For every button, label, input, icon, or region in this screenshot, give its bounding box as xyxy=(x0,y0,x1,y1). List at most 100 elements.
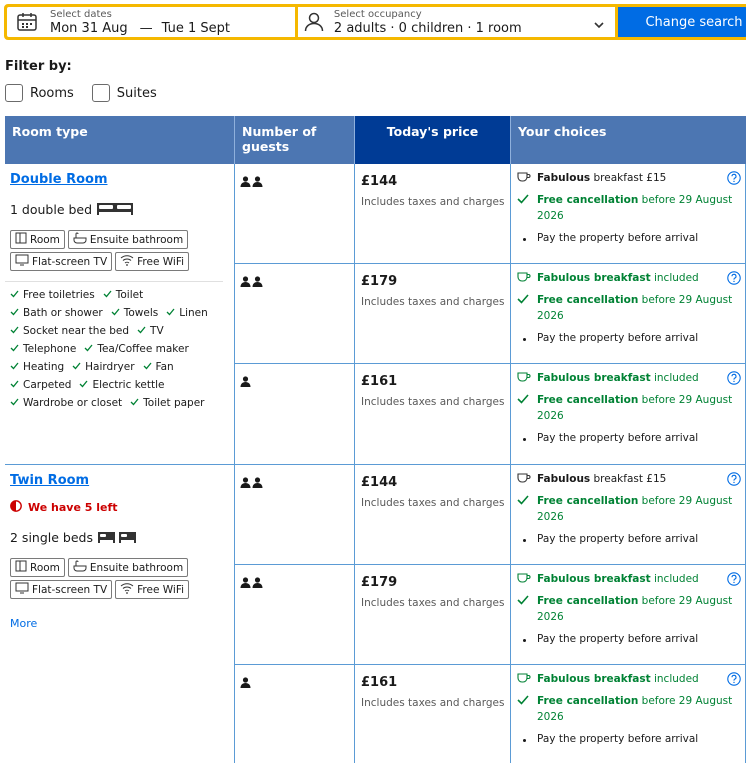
header-room-type: Room type xyxy=(5,116,235,164)
payment-text: Pay the property before arrival xyxy=(537,533,699,545)
amenity-item: Tea/Coffee maker xyxy=(84,342,189,357)
chevron-down-icon xyxy=(593,16,605,35)
amenity-label: Carpeted xyxy=(23,379,72,391)
room-info: Double Room 1 double bed Room Ensuite ba… xyxy=(5,164,235,464)
choices-cell: Fabulous breakfast £15 Free cancellation … xyxy=(511,465,746,564)
payment-line: Pay the property before arrival xyxy=(517,631,745,647)
question-icon[interactable] xyxy=(727,370,741,389)
cancellation-line: Free cancellation before 29 August 2026 xyxy=(517,292,745,324)
payment-line: Pay the property before arrival xyxy=(517,230,745,246)
option-row: £179 Includes taxes and charges Fabulous b… xyxy=(235,565,746,665)
breakfast-bold: Fabulous breakfast xyxy=(537,673,651,685)
more-link[interactable]: More xyxy=(10,617,230,630)
cancellation-bold: Free cancellation xyxy=(537,394,639,406)
choices-cell: Fabulous breakfast included Free cancella… xyxy=(511,565,746,664)
amenity-item: Linen xyxy=(166,306,208,321)
amenity-item: Carpeted xyxy=(10,378,71,393)
filter-suites[interactable]: Suites xyxy=(91,84,157,102)
payment-text: Pay the property before arrival xyxy=(537,432,699,444)
amenity-list: Free toiletries Toilet Bath or shower Towel… xyxy=(10,288,230,411)
guest-icon xyxy=(240,172,251,191)
breakfast-rest: included xyxy=(653,372,699,384)
facility-chip: Flat-screen TV xyxy=(10,580,113,599)
amenity-label: Fan xyxy=(155,361,174,373)
taxes-note: Includes taxes and charges xyxy=(361,196,505,208)
room-table: Room type Number of guests Today's price… xyxy=(5,116,746,763)
header-choices: Your choices xyxy=(511,116,746,164)
occupancy-value: 2 adults · 0 children · 1 room xyxy=(333,21,522,36)
amenity-item: Toilet paper xyxy=(130,396,205,411)
price-cell: £144 Includes taxes and charges xyxy=(355,465,511,564)
price: £179 xyxy=(361,274,398,289)
room-name-link[interactable]: Double Room xyxy=(10,172,230,187)
amenity-item: Heating xyxy=(10,360,64,375)
breakfast-bold: Fabulous breakfast xyxy=(537,272,651,284)
room-options: £144 Includes taxes and charges Fabulous b… xyxy=(235,465,746,763)
bullet-icon xyxy=(517,731,537,742)
bed-text: 1 double bed xyxy=(10,202,93,217)
guest-icon xyxy=(240,272,251,291)
guest-icon xyxy=(252,172,263,191)
filter-options: Rooms Suites xyxy=(5,84,157,102)
rooms-label: Rooms xyxy=(30,85,74,101)
question-icon[interactable] xyxy=(727,270,741,289)
room-name-link[interactable]: Twin Room xyxy=(10,473,230,488)
filter-rooms[interactable]: Rooms xyxy=(5,84,74,102)
header-guests: Number of guests xyxy=(235,116,355,164)
amenity-label: TV xyxy=(150,325,164,337)
price: £161 xyxy=(361,374,398,389)
breakfast-rest: included xyxy=(653,673,699,685)
suites-checkbox[interactable] xyxy=(91,84,110,102)
taxes-note: Includes taxes and charges xyxy=(361,296,505,308)
change-search-button[interactable]: Change search xyxy=(618,7,746,37)
price-cell: £179 Includes taxes and charges xyxy=(355,565,511,664)
bath-icon xyxy=(73,560,90,575)
half-circle-icon xyxy=(10,500,28,515)
check-icon xyxy=(137,324,150,339)
guests-cell xyxy=(235,465,355,564)
wifi-icon xyxy=(120,254,137,269)
dates-field[interactable]: Select dates Mon 31 Aug — Tue 1 Sept xyxy=(7,7,295,37)
person-icon xyxy=(302,11,326,33)
breakfast-bold: Fabulous xyxy=(537,172,591,184)
question-icon[interactable] xyxy=(727,471,741,490)
header-price: Today's price xyxy=(355,116,511,164)
guest-icon xyxy=(240,473,251,492)
amenity-item: Bath or shower xyxy=(10,306,103,321)
amenity-label: Heating xyxy=(23,361,65,373)
cancellation-line: Free cancellation before 29 August 2026 xyxy=(517,693,745,725)
check-icon xyxy=(111,306,124,321)
filter-title: Filter by: xyxy=(5,59,72,74)
cancellation-bold: Free cancellation xyxy=(537,495,639,507)
check-icon xyxy=(130,396,143,411)
dates-label: Select dates xyxy=(50,9,112,20)
check-icon xyxy=(10,342,23,357)
occupancy-field[interactable]: Select occupancy 2 adults · 0 children ·… xyxy=(297,7,616,37)
room-icon xyxy=(15,560,30,575)
facility-label: Room xyxy=(30,561,60,574)
bullet-icon xyxy=(517,230,537,241)
payment-text: Pay the property before arrival xyxy=(537,232,699,244)
single-beds-icon xyxy=(93,529,137,546)
question-icon[interactable] xyxy=(727,170,741,189)
amenity-item: Hairdryer xyxy=(72,360,135,375)
check-icon xyxy=(517,693,537,705)
check-icon xyxy=(10,306,23,321)
check-icon xyxy=(517,493,537,505)
search-bar: Select dates Mon 31 Aug — Tue 1 Sept Selec… xyxy=(4,4,746,40)
check-icon xyxy=(517,292,537,304)
payment-text: Pay the property before arrival xyxy=(537,633,699,645)
option-row: £144 Includes taxes and charges Fabulous b… xyxy=(235,465,746,565)
price-cell: £144 Includes taxes and charges xyxy=(355,164,511,263)
amenity-label: Toilet paper xyxy=(143,397,205,409)
check-icon xyxy=(72,360,85,375)
amenity-item: Telephone xyxy=(10,342,76,357)
double-bed-icon xyxy=(92,201,134,218)
rooms-checkbox[interactable] xyxy=(5,84,23,102)
question-icon[interactable] xyxy=(727,571,741,590)
facility-label: Ensuite bathroom xyxy=(89,233,184,246)
amenity-label: Telephone xyxy=(23,343,77,355)
price: £144 xyxy=(361,475,398,490)
question-icon[interactable] xyxy=(727,671,741,690)
check-icon xyxy=(10,378,23,393)
